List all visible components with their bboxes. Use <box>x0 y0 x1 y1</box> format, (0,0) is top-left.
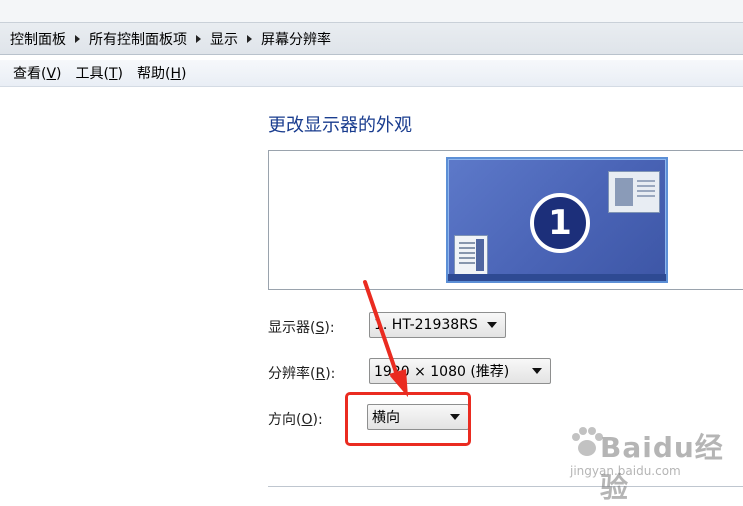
paw-logo-icon <box>572 427 603 456</box>
watermark-site: jingyan.baidu.com <box>570 464 681 478</box>
watermark: Baidu经验 jingyan.baidu.com <box>570 420 740 504</box>
